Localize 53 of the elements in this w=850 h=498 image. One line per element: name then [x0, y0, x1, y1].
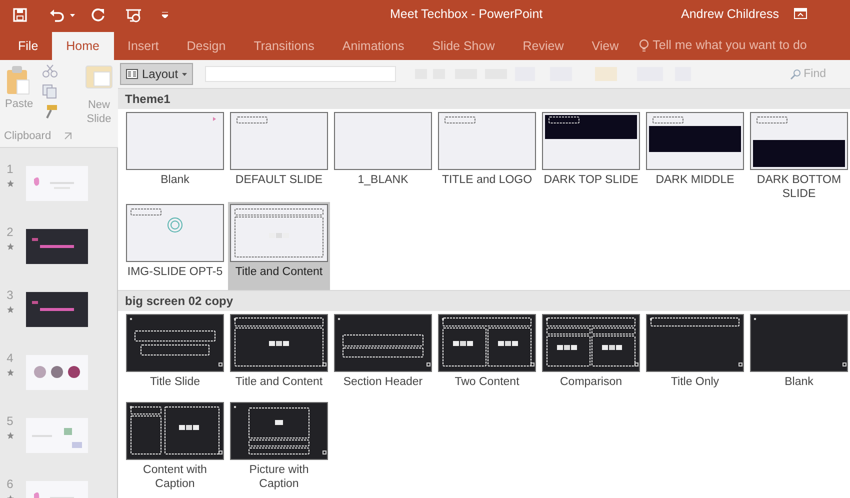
layout-option[interactable]: DARK BOTTOM SLIDE [748, 110, 850, 202]
layout-option[interactable]: Blank [748, 312, 850, 400]
redo-icon[interactable] [91, 8, 105, 22]
slide-number: 4 [6, 351, 14, 365]
star-icon [6, 306, 14, 313]
layout-option[interactable]: DEFAULT SLIDE [228, 110, 330, 202]
star-icon [6, 369, 14, 376]
layout-option[interactable]: Title Only [644, 312, 746, 400]
layout-option[interactable]: Title Slide [124, 312, 226, 400]
caret-icon [182, 72, 188, 76]
slideshow-icon[interactable] [125, 8, 142, 22]
ribbon-tab[interactable]: Home [52, 32, 114, 60]
layout-option[interactable]: DARK TOP SLIDE [540, 110, 642, 202]
layout-option[interactable]: DARK MIDDLE [644, 110, 746, 202]
group-label: Clipboard [4, 130, 52, 142]
layout-button[interactable]: Layout [120, 63, 194, 85]
user-name[interactable]: Andrew Childress [681, 7, 779, 21]
customize-icon[interactable] [162, 12, 168, 18]
slide-number: 2 [6, 225, 14, 239]
slide-number: 5 [6, 414, 14, 428]
layout-option[interactable]: Title and Content [228, 202, 330, 290]
slide-number: 3 [6, 288, 14, 302]
layout-option[interactable]: Blank [124, 110, 226, 202]
section-header: big screen 02 copy [118, 290, 850, 311]
slide-thumbnail[interactable] [26, 166, 88, 201]
layout-option[interactable]: Picture with Caption [228, 400, 330, 492]
undo-icon[interactable] [49, 8, 64, 22]
window-title: Meet Techbox - PowerPoint [390, 7, 543, 21]
search-icon [790, 68, 801, 80]
lightbulb-icon [638, 38, 649, 52]
ribbon-options-icon[interactable] [794, 8, 807, 19]
layout-option[interactable]: Comparison [540, 312, 642, 400]
save-icon[interactable] [13, 8, 27, 22]
layout-option[interactable]: Two Content [436, 312, 538, 400]
slide-thumbnail[interactable] [26, 418, 88, 453]
layout-option[interactable]: Section Header [332, 312, 434, 400]
star-icon [6, 180, 14, 187]
slide-number: 1 [6, 162, 14, 176]
ribbon-tab[interactable]: File [4, 32, 52, 60]
slide-thumbnail[interactable] [26, 355, 88, 390]
layout-icon [126, 69, 138, 79]
slide-number: 6 [6, 477, 14, 491]
caret-icon[interactable] [70, 14, 75, 16]
slide-thumbnail[interactable] [26, 229, 88, 264]
slide-thumbnail[interactable] [26, 292, 88, 327]
layout-option[interactable]: TITLE and LOGO [436, 110, 538, 202]
star-icon [6, 432, 14, 439]
layout-option[interactable]: Content with Caption [124, 400, 226, 492]
section-header: Theme1 [118, 88, 850, 109]
layout-option[interactable]: Title and Content [228, 312, 330, 400]
layout-option[interactable]: 1_BLANK [332, 110, 434, 202]
layout-option[interactable]: IMG-SLIDE OPT-5 [124, 202, 226, 290]
star-icon [6, 243, 14, 250]
